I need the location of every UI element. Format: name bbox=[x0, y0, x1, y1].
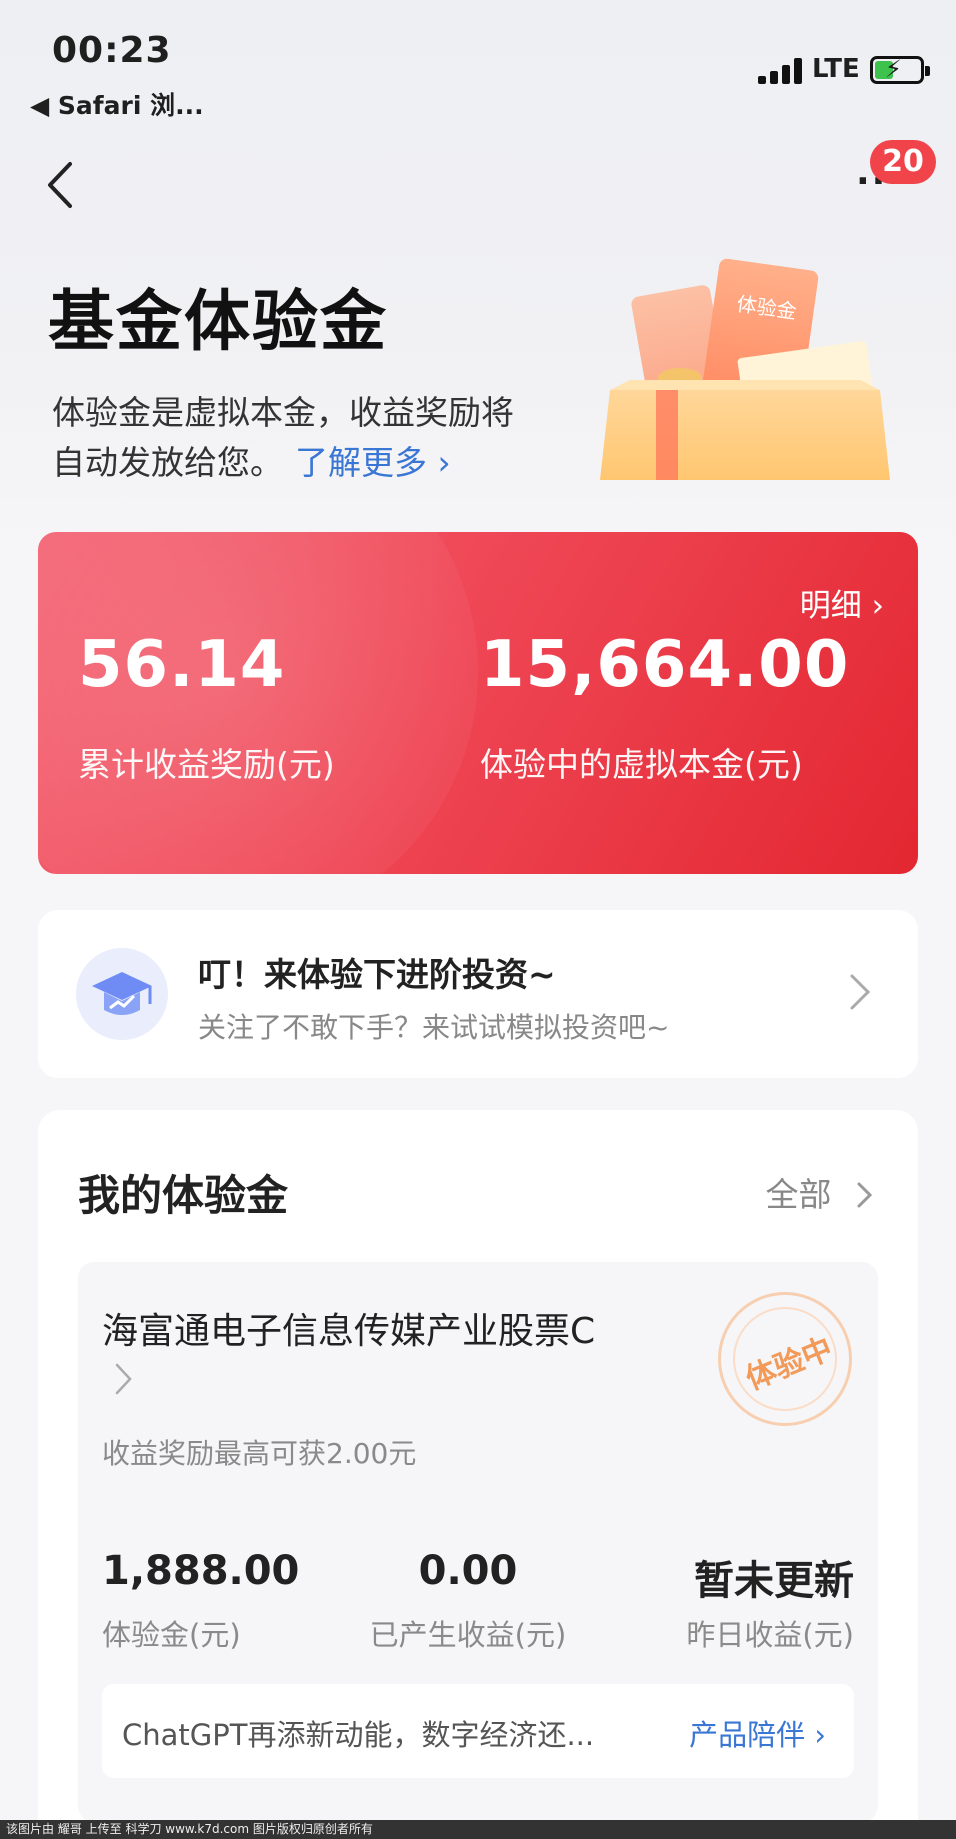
news-headline: ChatGPT再添新动能，数字经济还... bbox=[122, 1718, 595, 1752]
summary-card: 明细 › 56.14 累计收益奖励(元) 15,664.00 体验中的虚拟本金(… bbox=[38, 532, 918, 874]
fund-reward-hint: 收益奖励最高可获2.00元 bbox=[102, 1437, 417, 1470]
total-reward-value: 56.14 bbox=[78, 628, 286, 702]
my-trial-funds-card: 我的体验金 全部 海富通电子信息传媒产业股票C 收益奖励最高可获2.00元 体验… bbox=[38, 1110, 918, 1839]
intro-text-line2-text: 自动发放给您。 bbox=[52, 443, 283, 482]
notification-badge: 20 bbox=[870, 140, 936, 184]
yesterday-income-value: 暂未更新 bbox=[694, 1558, 854, 1604]
view-all-link[interactable]: 全部 bbox=[766, 1168, 875, 1216]
trial-amount-label: 体验金(元) bbox=[102, 1618, 241, 1652]
graduation-cap-icon bbox=[76, 948, 168, 1040]
fund-news-banner[interactable]: ChatGPT再添新动能，数字经济还... 产品陪伴 › bbox=[102, 1684, 854, 1778]
fund-name: 海富通电子信息传媒产业股票C bbox=[102, 1311, 596, 1352]
promo-title: 叮！来体验下进阶投资~ bbox=[198, 955, 556, 994]
virtual-principal-label: 体验中的虚拟本金(元) bbox=[480, 745, 803, 784]
chevron-right-icon bbox=[850, 974, 871, 1010]
virtual-principal-value: 15,664.00 bbox=[480, 628, 850, 702]
intro-text-line1: 体验金是虚拟本金，收益奖励将 bbox=[52, 393, 514, 432]
view-all-label: 全部 bbox=[765, 1175, 832, 1214]
detail-link[interactable]: 明细 › bbox=[800, 580, 884, 625]
learn-more-link[interactable]: 了解更多 › bbox=[295, 443, 451, 482]
in-trial-stamp: 体验中 bbox=[718, 1292, 852, 1426]
chevron-right-icon bbox=[115, 1363, 132, 1395]
gift-box-illustration: 体验金 bbox=[600, 258, 890, 480]
fund-item[interactable]: 海富通电子信息传媒产业股票C 收益奖励最高可获2.00元 体验中 1,888.0… bbox=[78, 1262, 878, 1822]
back-arrow-icon[interactable] bbox=[44, 160, 80, 210]
watermark-footer: 该图片由 耀哥 上传至 科学刀 www.k7d.com 图片版权归原创者所有 bbox=[0, 1820, 956, 1839]
chevron-right-icon bbox=[857, 1182, 873, 1208]
status-time: 00:23 bbox=[52, 30, 172, 71]
product-companion-link[interactable]: 产品陪伴 › bbox=[689, 1712, 826, 1754]
card-sheen bbox=[38, 532, 478, 874]
yesterday-income-label: 昨日收益(元) bbox=[686, 1618, 854, 1652]
earned-income-label: 已产生收益(元) bbox=[369, 1618, 567, 1652]
back-to-safari-link[interactable]: ◀ Safari 浏... bbox=[30, 86, 204, 122]
section-title: 我的体验金 bbox=[78, 1171, 289, 1220]
network-type: LTE bbox=[812, 54, 860, 84]
battery-charging-icon: ⚡ bbox=[870, 55, 930, 84]
total-reward-label: 累计收益奖励(元) bbox=[78, 745, 335, 784]
signal-icon bbox=[758, 56, 806, 84]
intro-text-line2: 自动发放给您。 了解更多 › bbox=[52, 436, 451, 484]
trial-amount-value: 1,888.00 bbox=[102, 1548, 300, 1594]
page-title: 基金体验金 bbox=[48, 283, 388, 360]
earned-income-value: 0.00 bbox=[418, 1548, 518, 1594]
advanced-investing-promo[interactable]: 叮！来体验下进阶投资~ 关注了不敢下手？来试试模拟投资吧~ bbox=[38, 910, 918, 1078]
promo-subtitle: 关注了不敢下手？来试试模拟投资吧~ bbox=[198, 1011, 670, 1044]
